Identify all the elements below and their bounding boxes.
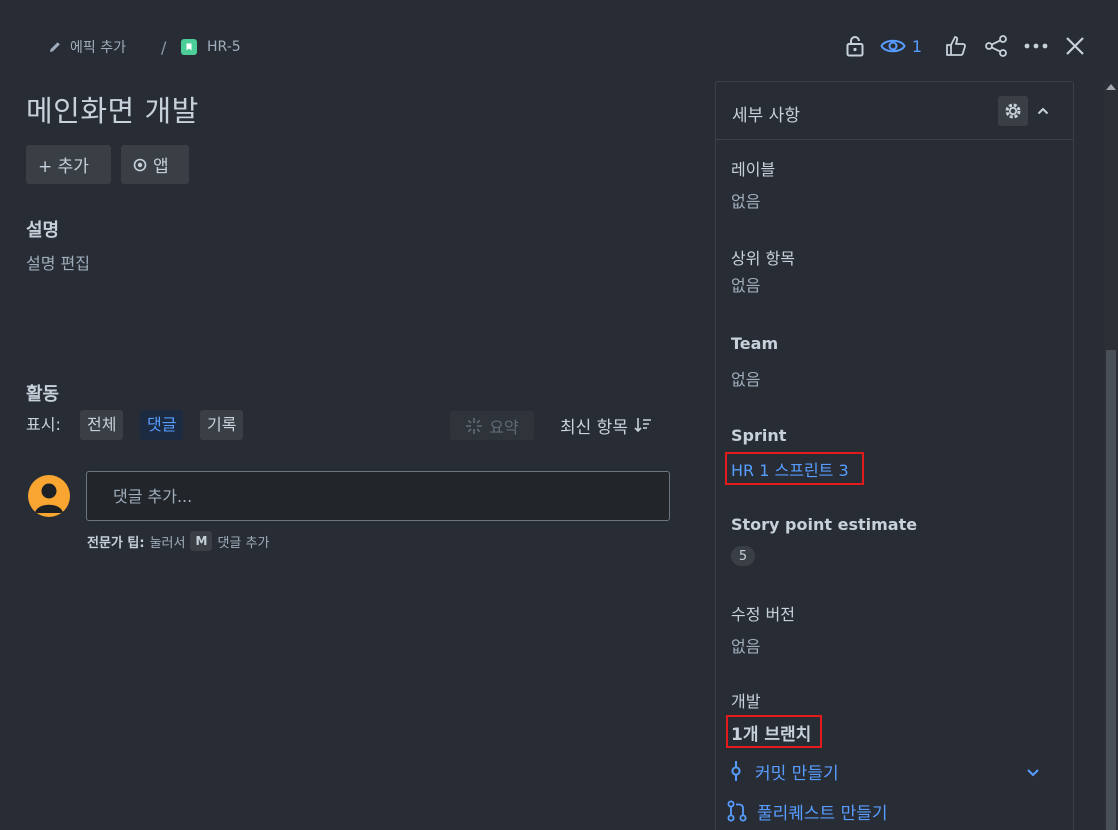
- sort-icon: [634, 418, 651, 433]
- pro-tip: 전문가 팁: 눌러서 M 댓글 추가: [87, 530, 269, 552]
- like-button[interactable]: [942, 32, 970, 60]
- more-icon: [1024, 43, 1048, 49]
- issue-key: HR-5: [207, 39, 241, 55]
- details-title: 세부 사항: [732, 106, 800, 126]
- activity-heading: 활동: [26, 384, 60, 405]
- team-field-label: Team: [731, 334, 779, 353]
- add-button-label: + 추가: [38, 157, 89, 177]
- thumbs-up-icon: [946, 36, 966, 56]
- team-field-value[interactable]: 없음: [731, 366, 760, 390]
- labels-field-value[interactable]: 없음: [731, 188, 760, 212]
- commit-icon: [731, 761, 741, 781]
- create-pull-request-label: 풀리퀘스트 만들기: [757, 803, 888, 824]
- create-pull-request-link[interactable]: 풀리퀘스트 만들기: [727, 799, 888, 824]
- chevron-down-icon[interactable]: [1024, 763, 1042, 781]
- story-points-badge[interactable]: 5: [731, 546, 755, 566]
- sprint-field-label: Sprint: [731, 426, 787, 445]
- comment-input[interactable]: [86, 471, 670, 521]
- apps-button-label: 앱: [153, 157, 169, 177]
- chevron-up-icon: [1037, 107, 1049, 115]
- eye-icon: [880, 39, 906, 53]
- gear-icon: [1005, 103, 1021, 119]
- filter-history[interactable]: 기록: [200, 410, 244, 440]
- add-epic-link[interactable]: 에픽 추가: [48, 36, 126, 58]
- apps-icon: [133, 158, 147, 171]
- apps-button[interactable]: 앱: [121, 145, 189, 184]
- shortcut-key: M: [190, 531, 213, 551]
- user-icon: [35, 483, 63, 513]
- share-icon: [985, 35, 1007, 57]
- sparkle-icon: [466, 417, 483, 434]
- scrollbar-thumb[interactable]: [1106, 350, 1116, 830]
- more-actions-button[interactable]: [1022, 32, 1050, 60]
- pro-tip-prefix: 눌러서: [149, 535, 186, 551]
- details-panel-header[interactable]: 세부 사항: [716, 82, 1073, 140]
- description-heading: 설명: [26, 220, 60, 241]
- show-label: 표시:: [26, 415, 61, 434]
- pencil-icon: [48, 40, 62, 54]
- close-icon: [1066, 37, 1084, 55]
- branch-count-link[interactable]: 1개 브랜치: [731, 720, 811, 745]
- watch-button[interactable]: 1: [880, 32, 922, 60]
- sort-label: 최신 항목: [560, 417, 628, 438]
- description-editor[interactable]: 설명 편집: [26, 250, 90, 274]
- story-points-field-label: Story point estimate: [731, 515, 918, 534]
- issue-title[interactable]: 메인화면 개발: [26, 88, 199, 130]
- avatar: [28, 475, 70, 517]
- unlock-icon: [846, 36, 864, 57]
- details-settings-button[interactable]: [998, 96, 1028, 126]
- restrictions-button[interactable]: [842, 32, 868, 60]
- add-epic-label: 에픽 추가: [70, 40, 126, 56]
- parent-field-label: 상위 항목: [731, 249, 795, 268]
- sort-button[interactable]: 최신 항목: [560, 413, 652, 438]
- filter-comments[interactable]: 댓글: [140, 410, 184, 440]
- create-commit-label: 커밋 만들기: [755, 763, 839, 784]
- watch-count: 1: [911, 36, 922, 56]
- scroll-up-arrow[interactable]: [1106, 84, 1116, 90]
- summarize-button[interactable]: 요약: [450, 411, 534, 440]
- fix-version-field-label: 수정 버전: [731, 605, 795, 624]
- issue-key-link[interactable]: HR-5: [181, 36, 241, 58]
- pro-tip-suffix: 댓글 추가: [217, 535, 270, 551]
- share-button[interactable]: [982, 32, 1010, 60]
- fix-version-field-value[interactable]: 없음: [731, 633, 760, 657]
- add-button[interactable]: + 추가: [26, 145, 111, 184]
- pro-tip-label: 전문가 팁:: [87, 535, 145, 551]
- issue-toolbar: + 추가 앱: [26, 145, 189, 184]
- summarize-label: 요약: [489, 417, 519, 437]
- issue-actions: 1: [842, 32, 1088, 60]
- parent-field-value[interactable]: 없음: [731, 272, 760, 296]
- filter-all[interactable]: 전체: [80, 410, 124, 440]
- sprint-link[interactable]: HR 1 스프린트 3: [731, 457, 849, 481]
- breadcrumb-separator: /: [161, 37, 167, 57]
- close-button[interactable]: [1062, 32, 1088, 60]
- development-field-label: 개발: [731, 692, 761, 711]
- create-commit-link[interactable]: 커밋 만들기: [727, 759, 839, 784]
- labels-field-label: 레이블: [731, 160, 776, 179]
- collapse-details-button[interactable]: [1032, 96, 1054, 126]
- story-icon: [181, 39, 197, 55]
- pull-request-icon: [727, 800, 747, 822]
